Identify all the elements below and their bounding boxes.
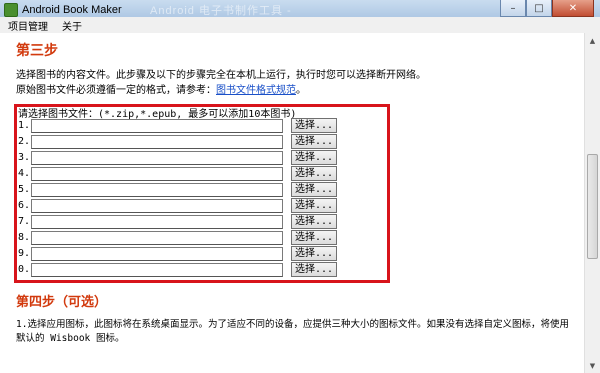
file-row-number: 2. [18, 136, 31, 147]
file-path-input[interactable] [31, 199, 283, 213]
step3-description: 选择图书的内容文件。此步骤及以下的步骤完全在本机上运行，执行时您可以选择断开网络… [16, 70, 426, 81]
file-row: 9. 选择... [18, 246, 348, 262]
step4-icon-description: 1.选择应用图标，此图标将在系统桌面显示。为了适应不同的设备，应提供三种大小的图… [16, 319, 569, 344]
format-note-prefix: 原始图书文件必须遵循一定的格式，请参考： [16, 85, 216, 96]
choose-file-button[interactable]: 选择... [291, 182, 337, 197]
file-row-number: 7. [18, 216, 31, 227]
choose-file-button[interactable]: 选择... [291, 150, 337, 165]
file-row: 6. 选择... [18, 198, 348, 214]
file-row: 2. 选择... [18, 134, 348, 150]
file-path-input[interactable] [31, 151, 283, 165]
file-row-number: 0. [18, 264, 31, 275]
choose-file-button[interactable]: 选择... [291, 134, 337, 149]
file-row-number: 4. [18, 168, 31, 179]
file-path-input[interactable] [31, 167, 283, 181]
choose-file-button[interactable]: 选择... [291, 262, 337, 277]
choose-file-button[interactable]: 选择... [291, 198, 337, 213]
file-row-number: 8. [18, 232, 31, 243]
file-row: 8. 选择... [18, 230, 348, 246]
file-path-input[interactable] [31, 119, 283, 133]
window-title: Android Book Maker [22, 4, 122, 16]
file-path-input[interactable] [31, 183, 283, 197]
choose-file-button[interactable]: 选择... [291, 166, 337, 181]
menu-item-about[interactable]: 关于 [54, 18, 88, 33]
minimize-button[interactable]: – [500, 0, 526, 17]
step3-format-note: 原始图书文件必须遵循一定的格式，请参考：图书文件格式规范。 [16, 81, 306, 96]
main-content: 第三步 选择图书的内容文件。此步骤及以下的步骤完全在本机上运行，执行时您可以选择… [0, 33, 584, 373]
file-path-input[interactable] [31, 135, 283, 149]
files-prompt: 请选择图书文件：(*.zip,*.epub, 最多可以添加10本图书) [18, 109, 297, 120]
format-spec-link[interactable]: 图书文件格式规范 [216, 85, 296, 96]
scroll-down-icon[interactable]: ▼ [585, 358, 600, 373]
file-path-input[interactable] [31, 215, 283, 229]
file-row-number: 5. [18, 184, 31, 195]
choose-file-button[interactable]: 选择... [291, 230, 337, 245]
file-row-number: 6. [18, 200, 31, 211]
close-button[interactable]: ✕ [552, 0, 594, 17]
menu-bar: 项目管理 关于 [0, 17, 600, 33]
file-row-number: 1. [18, 120, 31, 131]
choose-file-button[interactable]: 选择... [291, 214, 337, 229]
scroll-up-icon[interactable]: ▲ [585, 33, 600, 48]
file-row: 7. 选择... [18, 214, 348, 230]
file-path-input[interactable] [31, 231, 283, 245]
file-row: 4. 选择... [18, 166, 348, 182]
file-row: 5. 选择... [18, 182, 348, 198]
vertical-scrollbar[interactable]: ▲ ▼ [584, 33, 600, 373]
app-icon [4, 3, 18, 17]
scroll-thumb[interactable] [587, 154, 598, 259]
window-title-ghost: Android 电子书制作工具 - [150, 5, 292, 17]
file-row-number: 9. [18, 248, 31, 259]
file-row: 3. 选择... [18, 150, 348, 166]
choose-file-button[interactable]: 选择... [291, 246, 337, 261]
choose-file-button[interactable]: 选择... [291, 118, 337, 133]
file-path-input[interactable] [31, 247, 283, 261]
file-row-number: 3. [18, 152, 31, 163]
menu-item-project[interactable]: 项目管理 [0, 18, 54, 33]
file-row: 0. 选择... [18, 262, 348, 278]
file-path-input[interactable] [31, 263, 283, 277]
maximize-button[interactable]: □ [526, 0, 552, 17]
step4-heading: 第四步（可选） [16, 295, 108, 310]
format-note-suffix: 。 [296, 85, 306, 96]
step3-heading: 第三步 [16, 43, 58, 59]
file-row: 1. 选择... [18, 118, 348, 134]
